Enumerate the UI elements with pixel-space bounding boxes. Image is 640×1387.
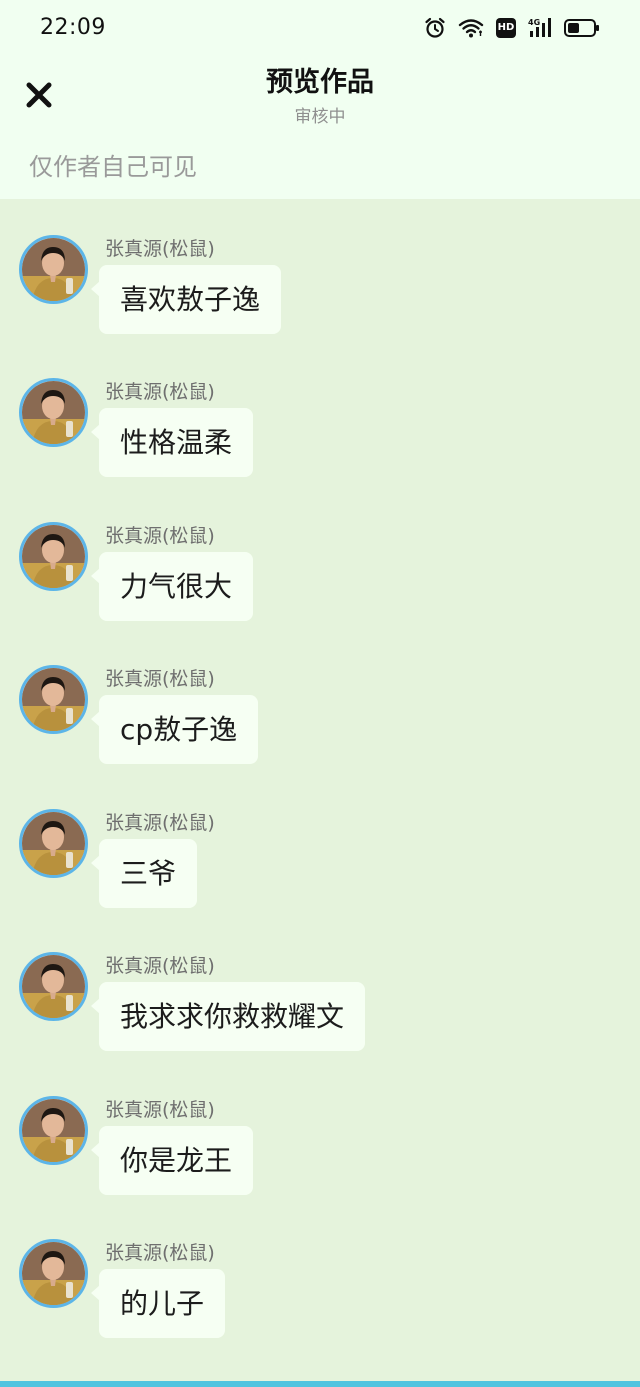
- message-text: 性格温柔: [120, 425, 233, 459]
- status-time: 22:09: [40, 15, 106, 40]
- chat-message[interactable]: 张真源(松鼠) 的儿子: [0, 1203, 640, 1338]
- top-area: 22:09 HD 4G 预览作品 审核中 仅作者自己可见: [0, 0, 640, 199]
- sender-name: 张真源(松鼠): [105, 381, 215, 403]
- chat-message[interactable]: 张真源(松鼠) 力气很大: [0, 486, 640, 621]
- avatar[interactable]: [19, 665, 88, 734]
- chat-message[interactable]: 张真源(松鼠) 三爷: [0, 773, 640, 908]
- sender-name: 张真源(松鼠): [105, 1242, 215, 1264]
- avatar[interactable]: [19, 522, 88, 591]
- avatar[interactable]: [19, 378, 88, 447]
- avatar-image: [22, 381, 85, 444]
- sender-name: 张真源(松鼠): [105, 812, 215, 834]
- sender-name: 张真源(松鼠): [105, 1099, 215, 1121]
- avatar-image: [22, 238, 85, 301]
- message-bubble[interactable]: 的儿子: [90, 1269, 226, 1338]
- status-icons: HD 4G: [424, 16, 600, 40]
- sender-name: 张真源(松鼠): [105, 525, 215, 547]
- battery-icon: [564, 19, 599, 37]
- chat-message[interactable]: 张真源(松鼠) 我求求你救救耀文: [0, 916, 640, 1051]
- message-text: 的儿子: [120, 1286, 205, 1320]
- message-bubble[interactable]: 性格温柔: [90, 408, 254, 477]
- message-text: 你是龙王: [120, 1143, 233, 1177]
- bottom-strip: [0, 1381, 640, 1387]
- avatar[interactable]: [19, 952, 88, 1021]
- signal-4g-icon: 4G: [528, 18, 551, 37]
- nav-bar: 预览作品 审核中: [0, 56, 640, 136]
- avatar[interactable]: [19, 1096, 88, 1165]
- sender-name: 张真源(松鼠): [105, 955, 215, 977]
- alarm-icon: [425, 17, 445, 38]
- avatar-image: [22, 1099, 85, 1162]
- chat-message[interactable]: 张真源(松鼠) cp敖子逸: [0, 629, 640, 764]
- message-text: 力气很大: [120, 569, 233, 603]
- message-bubble[interactable]: 喜欢敖子逸: [90, 265, 282, 334]
- chat-message[interactable]: 张真源(松鼠) 性格温柔: [0, 342, 640, 477]
- message-text: 三爷: [120, 856, 177, 890]
- status-bar: 22:09 HD 4G: [0, 0, 640, 56]
- chat-message[interactable]: 张真源(松鼠) 喜欢敖子逸: [0, 199, 640, 334]
- avatar[interactable]: [19, 235, 88, 304]
- message-bubble[interactable]: 三爷: [90, 839, 198, 908]
- avatar-image: [22, 1242, 85, 1305]
- avatar-image: [22, 955, 85, 1018]
- chat-list: 张真源(松鼠) 喜欢敖子逸 张真源(松鼠) 性格温柔 张真源(松鼠) 力气很大 …: [0, 199, 640, 1379]
- wifi-icon: [458, 19, 484, 38]
- message-bubble[interactable]: cp敖子逸: [90, 695, 259, 764]
- avatar-image: [22, 668, 85, 731]
- message-text: 喜欢敖子逸: [120, 282, 261, 316]
- avatar[interactable]: [19, 1239, 88, 1308]
- message-text: cp敖子逸: [120, 712, 238, 746]
- sender-name: 张真源(松鼠): [105, 668, 215, 690]
- avatar-image: [22, 525, 85, 588]
- message-bubble[interactable]: 我求求你救救耀文: [90, 982, 366, 1051]
- review-status: 审核中: [294, 107, 346, 127]
- avatar[interactable]: [19, 809, 88, 878]
- sender-name: 张真源(松鼠): [105, 238, 215, 260]
- page-title: 预览作品: [266, 67, 374, 98]
- chat-message[interactable]: 张真源(松鼠) 你是龙王: [0, 1060, 640, 1195]
- message-bubble[interactable]: 力气很大: [90, 552, 254, 621]
- hd-icon: HD: [496, 18, 516, 38]
- message-text: 我求求你救救耀文: [120, 999, 345, 1033]
- avatar-image: [22, 812, 85, 875]
- visibility-note: 仅作者自己可见: [29, 153, 197, 181]
- message-bubble[interactable]: 你是龙王: [90, 1126, 254, 1195]
- network-label: 4G: [528, 18, 540, 27]
